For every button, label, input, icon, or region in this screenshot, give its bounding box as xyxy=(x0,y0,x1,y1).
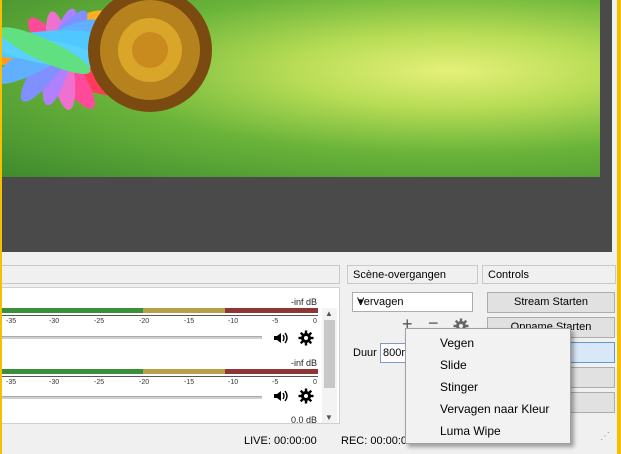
controls-dock-header: Controls xyxy=(482,265,616,284)
live-timer: LIVE: 00:00:00 xyxy=(244,435,317,447)
window-border-right xyxy=(617,0,621,454)
scrollbar-thumb[interactable] xyxy=(324,320,335,388)
track2-volume-slider[interactable] xyxy=(0,396,262,399)
track2-scale: -35 -30 -25 -20 -15 -10 -5 0 xyxy=(6,379,317,386)
rec-timer: REC: 00:00:0 xyxy=(341,435,408,447)
speaker-icon[interactable] xyxy=(272,330,288,346)
track2-db: -inf dB xyxy=(290,358,317,368)
audio-mixer: -inf dB -35 -30 -25 -20 -15 -10 -5 0 -inf dB -3… xyxy=(0,287,340,425)
stream-start-button[interactable]: Stream Starten xyxy=(487,292,615,313)
preview-image xyxy=(0,0,600,177)
mixer-dock-header xyxy=(0,265,340,284)
menu-item-vegen[interactable]: Vegen xyxy=(406,332,570,354)
controls-dock-title: Controls xyxy=(488,269,529,281)
track3-db: 0.0 dB xyxy=(290,415,317,425)
menu-item-fade-to-color[interactable]: Vervagen naar Kleur xyxy=(406,398,570,420)
mixer-scrollbar[interactable]: ▲ ▼ xyxy=(322,308,337,423)
track1-volume-slider[interactable] xyxy=(0,336,262,339)
track1-meter xyxy=(0,308,318,313)
resize-grip-icon[interactable]: ⋰ xyxy=(600,431,610,442)
track2-meter xyxy=(0,369,318,374)
menu-item-slide[interactable]: Slide xyxy=(406,354,570,376)
track1-scale: -35 -30 -25 -20 -15 -10 -5 0 xyxy=(6,318,317,325)
scroll-up-icon[interactable]: ▲ xyxy=(325,309,333,318)
transition-select[interactable]: Vervagen ▼ xyxy=(352,292,473,312)
gear-icon[interactable] xyxy=(298,388,314,404)
gear-icon[interactable] xyxy=(298,330,314,346)
chevron-down-icon: ▼ xyxy=(357,297,365,306)
track1-db: -inf dB xyxy=(290,297,317,307)
transitions-dock-title: Scène-overgangen xyxy=(353,269,446,281)
scroll-down-icon[interactable]: ▼ xyxy=(325,413,333,422)
duration-label: Duur xyxy=(353,347,377,359)
transitions-dock-header: Scène-overgangen xyxy=(347,265,478,284)
speaker-icon[interactable] xyxy=(272,388,288,404)
window-border-left xyxy=(0,0,2,454)
transition-add-menu: Vegen Slide Stinger Vervagen naar Kleur … xyxy=(405,328,571,444)
menu-item-stinger[interactable]: Stinger xyxy=(406,376,570,398)
menu-item-luma-wipe[interactable]: Luma Wipe xyxy=(406,420,570,442)
